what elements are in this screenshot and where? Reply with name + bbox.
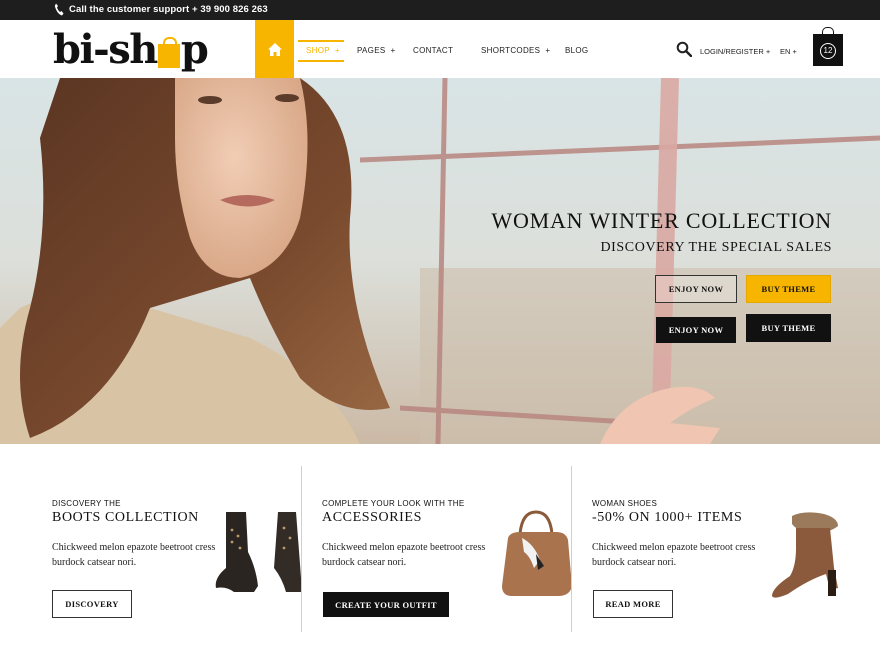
- hero-title: WOMAN WINTER COLLECTION: [491, 208, 832, 233]
- site-header: bi-sh p SHOP + PAGES + CONTACT SHORTCODES +…: [0, 20, 880, 78]
- hero-banner: WOMAN WINTER COLLECTION DISCOVERY THE SP…: [0, 78, 880, 444]
- logo-text-left: bi-sh: [53, 26, 158, 73]
- home-button[interactable]: [255, 20, 294, 78]
- logo-bag-icon: [157, 37, 180, 68]
- nav-item-label: BLOG: [565, 46, 589, 55]
- nav-item-shop[interactable]: SHOP +: [306, 46, 340, 55]
- enjoy-now-black-button[interactable]: ENJOY NOW: [656, 317, 736, 343]
- promo-text: Chickweed melon epazote beetroot cress b…: [52, 542, 216, 568]
- promo-card-boots: DISCOVERY THE BOOTS COLLECTION Chickweed…: [0, 444, 302, 660]
- phone-icon: [54, 3, 64, 16]
- boots-image: [215, 512, 302, 592]
- create-your-outfit-button[interactable]: CREATE YOUR OUTFIT: [323, 592, 449, 617]
- promo-eyebrow: DISCOVERY THE: [52, 499, 121, 508]
- promo-title: -50% ON 1000+ ITEMS: [592, 510, 743, 525]
- read-more-button[interactable]: READ MORE: [593, 590, 673, 618]
- promo-text: Chickweed melon epazote beetroot cress b…: [322, 542, 486, 568]
- hero-image: [0, 78, 880, 444]
- login-register-link[interactable]: LOGIN/REGISTER +: [700, 47, 770, 56]
- support-phone-text: Call the customer support + 39 900 826 2…: [69, 4, 268, 15]
- logo[interactable]: bi-sh p: [53, 26, 209, 73]
- buy-theme-black-button[interactable]: BUY THEME: [746, 314, 831, 342]
- cart-button[interactable]: 12: [813, 27, 843, 66]
- promo-title: ACCESSORIES: [322, 510, 422, 525]
- plus-icon: +: [334, 46, 340, 55]
- plus-icon: +: [390, 46, 396, 55]
- promo-card-shoes: WOMAN SHOES -50% ON 1000+ ITEMS Chickwee…: [572, 444, 880, 660]
- home-icon: [267, 42, 282, 56]
- promo-text: Chickweed melon epazote beetroot cress b…: [592, 542, 756, 568]
- nav-item-label: SHOP: [306, 46, 330, 55]
- promo-section: DISCOVERY THE BOOTS COLLECTION Chickweed…: [0, 444, 880, 660]
- discovery-button[interactable]: DISCOVERY: [52, 590, 132, 618]
- top-bar: Call the customer support + 39 900 826 2…: [0, 0, 880, 20]
- plus-icon: +: [545, 46, 551, 55]
- nav-item-pages[interactable]: PAGES +: [357, 46, 395, 55]
- nav-item-shortcodes[interactable]: SHORTCODES +: [481, 46, 550, 55]
- ankle-boot-image: [772, 512, 838, 598]
- hero-subtitle: DISCOVERY THE SPECIAL SALES: [600, 240, 832, 255]
- buy-theme-yellow-button[interactable]: BUY THEME: [746, 275, 831, 303]
- nav-item-label: CONTACT: [413, 46, 454, 55]
- search-icon[interactable]: [676, 41, 692, 57]
- enjoy-now-outline-button[interactable]: ENJOY NOW: [655, 275, 737, 303]
- promo-eyebrow: WOMAN SHOES: [592, 499, 658, 508]
- promo-eyebrow: COMPLETE YOUR LOOK WITH THE: [322, 499, 465, 508]
- cart-count-badge: 12: [820, 43, 836, 59]
- nav-item-label: SHORTCODES: [481, 46, 541, 55]
- nav-item-contact[interactable]: CONTACT: [413, 46, 453, 55]
- handbag-image: [502, 510, 572, 596]
- logo-text-right: p: [180, 26, 209, 73]
- language-selector[interactable]: EN +: [780, 47, 797, 56]
- promo-card-accessories: COMPLETE YOUR LOOK WITH THE ACCESSORIES …: [302, 444, 572, 660]
- nav-item-blog[interactable]: BLOG: [565, 46, 588, 55]
- promo-title: BOOTS COLLECTION: [52, 510, 199, 525]
- nav-item-label: PAGES: [357, 46, 386, 55]
